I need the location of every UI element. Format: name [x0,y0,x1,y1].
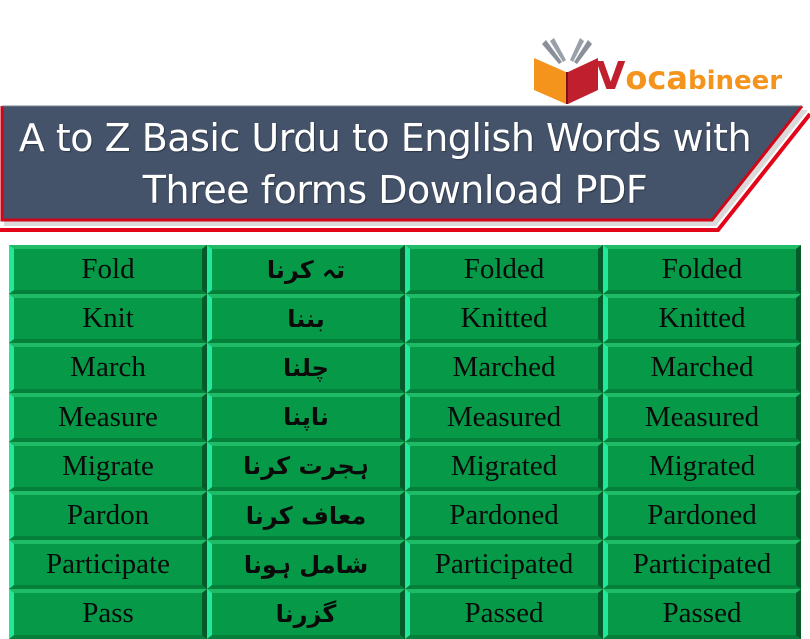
past-participle-cell: Marched [603,343,801,393]
base-form-cell: March [9,343,207,393]
past-form-cell: Passed [405,589,603,639]
base-form-cell: Knit [9,294,207,344]
logo-rest: bineer [687,66,783,96]
urdu-meaning-cell: شامل ہونا [207,540,405,590]
title-line-1: A to Z Basic Urdu to English Words with [18,116,752,160]
base-form-cell: Pass [9,589,207,639]
vocabineer-logo[interactable]: Vocabineer [532,36,792,106]
base-form-cell: Measure [9,392,207,442]
past-participle-cell: Knitted [603,294,801,344]
base-form-cell: Migrate [9,441,207,491]
past-form-cell: Migrated [405,441,603,491]
past-form-cell: Pardoned [405,490,603,541]
base-form-cell: Participate [9,540,207,590]
urdu-meaning-cell: تہ کرنا [207,245,405,295]
logo-wordmark: Vocabineer [596,54,782,98]
open-book-icon [532,38,602,104]
base-form-cell: Pardon [9,490,207,541]
title-banner: A to Z Basic Urdu to English Words with … [0,104,810,240]
past-participle-cell: Pardoned [603,490,801,541]
past-participle-cell: Measured [603,392,801,442]
past-participle-cell: Folded [603,245,801,295]
urdu-meaning-cell: ہجرت کرنا [207,441,405,491]
past-form-cell: Knitted [405,294,603,344]
urdu-meaning-cell: بننا [207,294,405,344]
urdu-meaning-cell: معاف کرنا [207,490,405,541]
past-participle-cell: Participated [603,540,801,590]
urdu-meaning-cell: گزرنا [207,589,405,639]
title-line-2: Three forms Download PDF [142,168,648,212]
past-form-cell: Marched [405,343,603,393]
urdu-meaning-cell: ناپنا [207,392,405,442]
verb-forms-table: Fold تہ کرنا Folded Folded Knit بننا Knitted Kn… [9,245,801,639]
past-form-cell: Measured [405,392,603,442]
past-form-cell: Folded [405,245,603,295]
logo-main: oca [625,59,688,97]
page-title: A to Z Basic Urdu to English Words with … [0,112,770,216]
past-participle-cell: Migrated [603,441,801,491]
past-participle-cell: Passed [603,589,801,639]
past-form-cell: Participated [405,540,603,590]
urdu-meaning-cell: چلنا [207,343,405,393]
base-form-cell: Fold [9,245,207,295]
